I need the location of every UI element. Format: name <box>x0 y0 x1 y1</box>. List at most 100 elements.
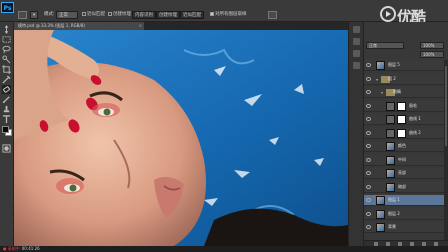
fill-field[interactable]: 100% <box>420 51 444 58</box>
layer-thumbnail <box>376 196 385 205</box>
layer-name: 组 2 <box>388 75 396 81</box>
layer-thumbnail <box>376 223 385 232</box>
adjustment-thumbnail-icon <box>386 115 395 124</box>
expand-arrow-icon[interactable]: ▾ <box>381 90 383 95</box>
layer-name: 亮部 <box>398 170 406 175</box>
brush-size-dropdown[interactable]: ▾ <box>30 11 39 19</box>
layers-scrollbar[interactable] <box>444 60 448 240</box>
layer-name: 图层 1 <box>388 197 400 202</box>
content-aware-button[interactable]: 内容识别 <box>132 11 156 19</box>
layer-row[interactable]: ▾ 组 2 <box>364 73 448 85</box>
layer-name: 曲线 1 <box>409 116 421 121</box>
text-tool-icon[interactable] <box>2 115 11 124</box>
properties-panel-icon[interactable] <box>353 38 360 45</box>
layer-row[interactable]: 图层 2 <box>364 208 448 220</box>
visibility-eye-icon[interactable] <box>366 171 371 175</box>
layer-row[interactable]: 中间 <box>364 154 448 166</box>
recording-label: ● 录制中 <box>3 246 20 251</box>
layer-thumbnail <box>386 155 395 165</box>
layer-row[interactable]: 亮部 <box>364 168 448 179</box>
layer-name: 背景 <box>388 224 396 229</box>
tab-document[interactable]: 模特.psd @ 33.3% (图层 1, RGB/8) × <box>14 22 144 30</box>
layer-row[interactable]: ▾ 眼睛 <box>364 87 448 98</box>
stamp-tool-icon[interactable] <box>2 105 11 114</box>
visibility-eye-icon[interactable] <box>366 63 371 67</box>
layer-name: 颜色 <box>398 143 406 148</box>
layer-row[interactable]: 颜色 <box>364 141 448 152</box>
eyedropper-tool-icon[interactable] <box>2 75 11 84</box>
document-tab-bar: 模特.psd @ 33.3% (图层 1, RGB/8) × <box>14 22 348 30</box>
layer-row[interactable]: 暗部 <box>364 181 448 193</box>
layer-row[interactable]: 曲线 2 <box>364 127 448 139</box>
visibility-eye-icon[interactable] <box>366 76 371 81</box>
layer-name: 中间 <box>398 156 406 162</box>
move-tool-icon[interactable] <box>2 25 11 34</box>
brush-tool-icon[interactable] <box>2 95 11 104</box>
layer-mask-thumbnail[interactable] <box>397 101 406 111</box>
opacity-field[interactable]: 100% <box>420 42 444 49</box>
adjustment-thumbnail-icon <box>386 128 395 138</box>
crop-tool-icon[interactable] <box>2 65 11 74</box>
expand-arrow-icon[interactable]: ▾ <box>376 77 378 82</box>
panel-icon-strip <box>348 22 364 246</box>
visibility-eye-icon[interactable] <box>366 90 371 94</box>
mode-label: 模式: <box>44 12 55 17</box>
history-panel-icon[interactable] <box>353 26 360 33</box>
layer-row[interactable]: 图层 1 <box>364 195 448 206</box>
spot-healing-brush-icon[interactable] <box>18 11 27 19</box>
layer-name: 图层 5 <box>388 62 400 67</box>
healing-brush-tool-icon[interactable] <box>2 85 11 94</box>
recording-indicator: ● 录制中 00:41:26 <box>3 247 40 251</box>
layer-name: 暗部 <box>398 183 406 189</box>
visibility-eye-icon[interactable] <box>366 130 371 135</box>
layer-row[interactable]: 背景 <box>364 222 448 233</box>
status-bar: ● 录制中 00:41:26 <box>0 246 448 252</box>
visibility-eye-icon[interactable] <box>366 144 371 148</box>
layer-name: 曲线 2 <box>409 129 421 135</box>
recording-time: 00:41:26 <box>21 246 40 251</box>
close-icon[interactable]: × <box>139 22 142 30</box>
layer-mask-thumbnail[interactable] <box>397 128 406 138</box>
mode-dropdown[interactable]: 正常 <box>56 11 78 19</box>
brush-panel-icon[interactable] <box>353 50 360 57</box>
visibility-eye-icon[interactable] <box>366 225 371 229</box>
create-texture-button[interactable]: 创建纹理 <box>156 11 180 19</box>
visibility-eye-icon[interactable] <box>366 157 371 162</box>
adjustment-thumbnail-icon <box>386 101 395 111</box>
visibility-eye-icon[interactable] <box>366 117 371 121</box>
blend-mode-dropdown[interactable]: 正常 <box>366 42 404 49</box>
layer-row[interactable]: 图层 5 <box>364 60 448 71</box>
layer-row[interactable]: 眉毛 <box>364 100 448 112</box>
visibility-eye-icon[interactable] <box>366 211 371 216</box>
quick-select-tool-icon[interactable] <box>2 55 11 64</box>
portrait-photo <box>14 30 348 246</box>
marquee-tool-icon[interactable] <box>2 35 11 44</box>
layer-name: 图层 2 <box>388 210 400 216</box>
layer-mask-thumbnail[interactable] <box>397 115 406 124</box>
scrollbar-thumb[interactable] <box>445 66 447 146</box>
layer-name: 眼睛 <box>393 89 401 94</box>
layer-thumbnail <box>386 142 395 151</box>
layer-row[interactable]: 曲线 1 <box>364 114 448 125</box>
layers-list: 图层 5 ▾ 组 2 ▾ 眼睛眉毛曲线 1 曲线 2 颜色中间亮部暗部图层 1 图层 2 背景 <box>364 60 448 246</box>
tab-document-label: 模特.psd @ 33.3% (图层 1, RGB/8) <box>18 23 85 28</box>
type-radio-proximity[interactable]: 近似匹配 <box>82 11 105 19</box>
layer-thumbnail <box>386 182 395 192</box>
youku-logo-icon <box>380 6 396 22</box>
layer-thumbnail <box>376 209 385 219</box>
visibility-eye-icon[interactable] <box>366 198 371 202</box>
type-radio-create-texture[interactable]: 创建纹理 <box>108 11 131 19</box>
visibility-eye-icon[interactable] <box>366 103 371 108</box>
proximity-match-button[interactable]: 近似匹配 <box>180 11 204 19</box>
foreground-color-swatch[interactable] <box>2 126 9 133</box>
character-panel-icon[interactable] <box>353 62 360 69</box>
lasso-tool-icon[interactable] <box>2 45 11 54</box>
visibility-eye-icon[interactable] <box>366 184 371 189</box>
layer-name: 眉毛 <box>409 102 417 108</box>
pressure-icon[interactable] <box>268 11 277 19</box>
sample-all-layers-checkbox[interactable]: 对所有图层取样 <box>210 11 247 19</box>
tools-panel <box>0 22 14 252</box>
layer-thumbnail <box>386 169 395 178</box>
quick-mask-icon[interactable] <box>2 144 11 153</box>
image-canvas[interactable] <box>14 30 348 246</box>
